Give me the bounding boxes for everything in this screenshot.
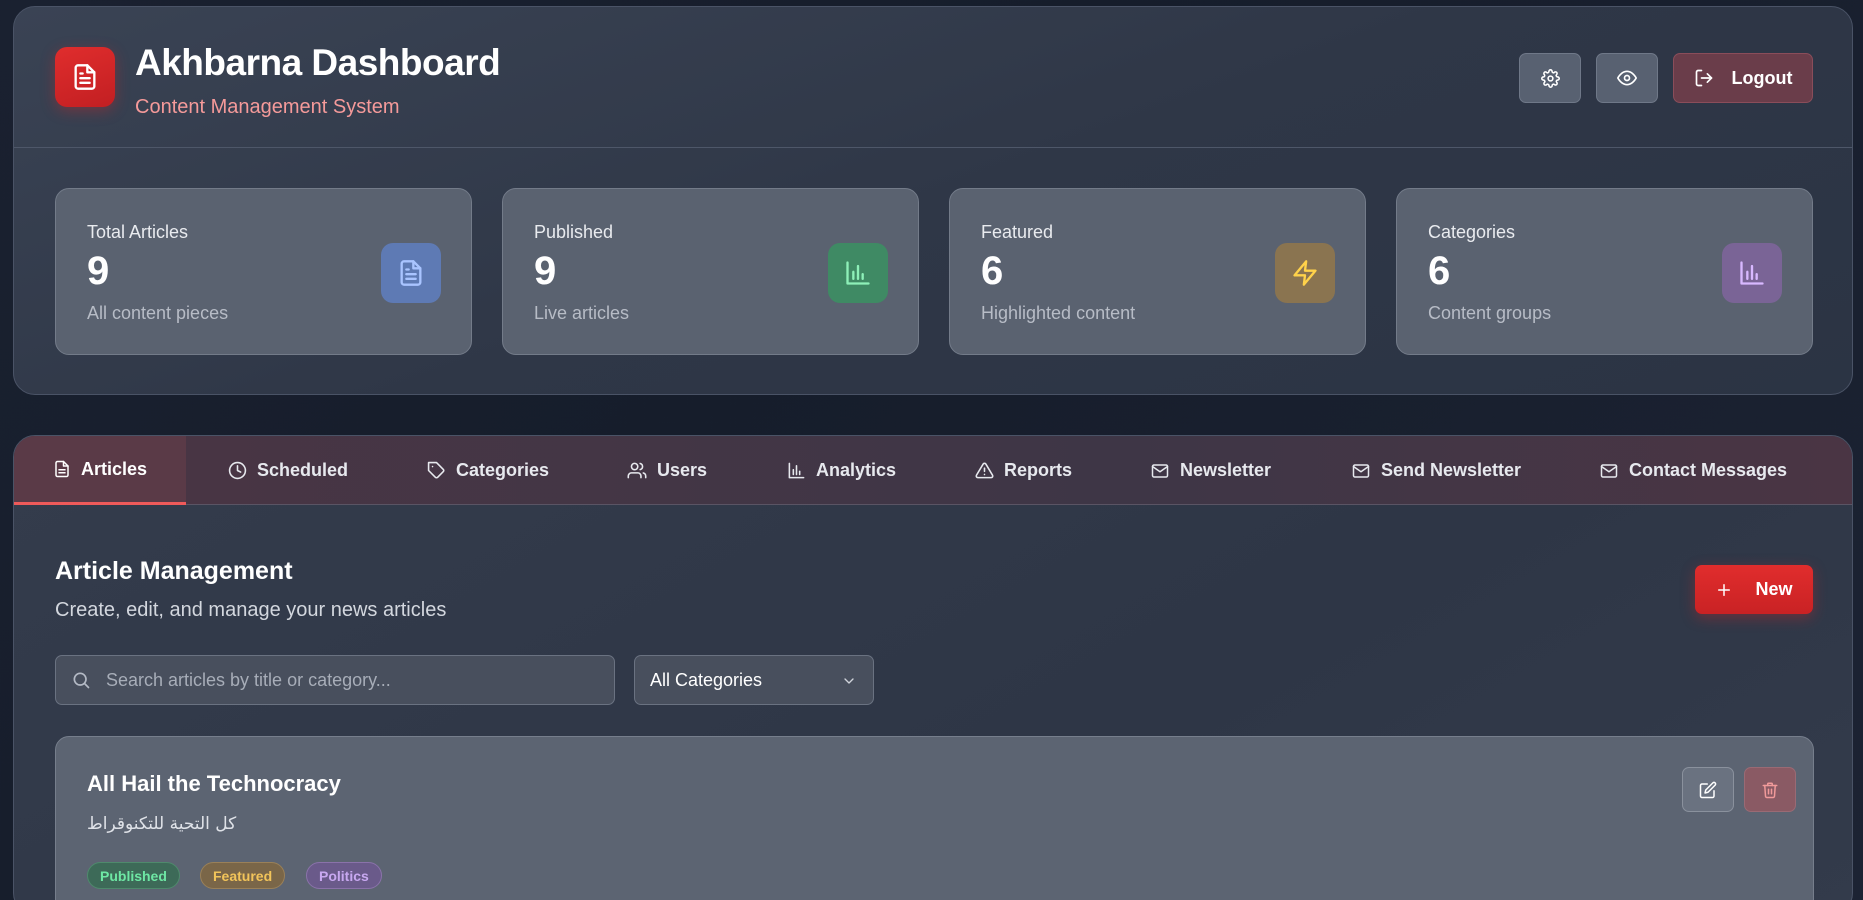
stat-card-published: Published 9 Live articles	[502, 188, 919, 355]
tab-newsletter[interactable]: Newsletter	[1150, 436, 1271, 505]
search-input[interactable]	[106, 656, 596, 704]
tab-label: Scheduled	[257, 460, 349, 480]
stat-desc: All content pieces	[87, 303, 229, 323]
tab-users[interactable]: Users	[627, 436, 707, 505]
tab-articles[interactable]: Articles	[14, 436, 187, 505]
app-title: Akhbarna Dashboard	[135, 42, 501, 83]
settings-button[interactable]	[1519, 53, 1581, 103]
clock-icon	[228, 461, 247, 480]
document-icon	[400, 260, 422, 286]
warning-icon	[975, 462, 994, 479]
tab-reports[interactable]: Reports	[975, 436, 1072, 505]
article-title-arabic: كل التحية للتكنوقراط	[87, 814, 237, 834]
logout-icon	[1695, 69, 1712, 87]
search-icon	[71, 670, 91, 695]
new-label: New	[1755, 579, 1793, 599]
app-subtitle: Content Management System	[135, 96, 400, 118]
document-icon	[74, 64, 96, 90]
mail-icon	[1600, 463, 1618, 478]
header-card: Akhbarna Dashboard Content Management Sy…	[13, 6, 1853, 395]
eye-icon	[1617, 70, 1637, 86]
article-card: All Hail the Technocracy كل التحية للتكن…	[55, 736, 1814, 900]
stat-card-categories: Categories 6 Content groups	[1396, 188, 1813, 355]
stat-desc: Live articles	[534, 303, 630, 323]
section-subtitle: Create, edit, and manage your news artic…	[55, 599, 447, 621]
stat-label: Featured	[981, 222, 1054, 242]
stat-value: 6	[981, 249, 1004, 293]
logout-button[interactable]: Logout	[1673, 53, 1813, 103]
tab-label: Reports	[1004, 460, 1073, 480]
delete-article-button[interactable]	[1744, 767, 1796, 812]
mail-icon	[1352, 463, 1370, 478]
stat-label: Published	[534, 222, 614, 242]
stat-label: Categories	[1428, 222, 1516, 242]
tab-label: Users	[657, 460, 708, 480]
tag-icon	[427, 461, 445, 479]
bar-chart-icon	[846, 261, 870, 285]
category-filter-select[interactable]: All Categories	[634, 655, 874, 705]
bar-chart-icon	[788, 462, 805, 479]
stat-desc: Content groups	[1428, 303, 1552, 323]
status-badge: Published	[87, 862, 180, 889]
new-article-button[interactable]: New	[1695, 565, 1813, 614]
lightning-icon	[1293, 260, 1317, 286]
plus-icon	[1718, 583, 1731, 596]
featured-badge: Featured	[200, 862, 286, 889]
gear-icon	[1540, 68, 1560, 88]
main-card: Articles Scheduled Categories Users Anal…	[13, 435, 1853, 900]
document-icon	[55, 460, 69, 478]
tab-label: Contact Messages	[1629, 460, 1788, 480]
preview-button[interactable]	[1596, 53, 1658, 103]
search-box	[55, 655, 615, 705]
tab-label: Analytics	[816, 460, 897, 480]
logout-label: Logout	[1731, 67, 1793, 88]
stat-value: 9	[87, 249, 110, 293]
tab-send-newsletter[interactable]: Send Newsletter	[1351, 436, 1521, 505]
tab-label: Articles	[81, 458, 148, 479]
tab-contact-messages[interactable]: Contact Messages	[1599, 436, 1787, 505]
tab-analytics[interactable]: Analytics	[787, 436, 896, 505]
tab-label: Newsletter	[1180, 460, 1272, 480]
article-title: All Hail the Technocracy	[87, 771, 341, 796]
stat-value: 6	[1428, 249, 1451, 293]
tab-label: Categories	[456, 460, 550, 480]
bar-chart-icon	[1740, 261, 1764, 285]
users-icon	[627, 462, 647, 479]
trash-icon	[1762, 782, 1778, 798]
stat-icon-box	[1722, 243, 1782, 303]
stat-card-total-articles: Total Articles 9 All content pieces	[55, 188, 472, 355]
section-title: Article Management	[55, 557, 293, 585]
mail-icon	[1151, 463, 1169, 478]
tab-categories[interactable]: Categories	[427, 436, 549, 505]
stat-icon-box	[828, 243, 888, 303]
stat-value: 9	[534, 249, 557, 293]
tab-label: Send Newsletter	[1381, 460, 1522, 480]
header-bar: Akhbarna Dashboard Content Management Sy…	[14, 7, 1852, 148]
stat-card-featured: Featured 6 Highlighted content	[949, 188, 1366, 355]
tab-bar: Articles Scheduled Categories Users Anal…	[14, 436, 1852, 505]
stat-label: Total Articles	[87, 222, 189, 242]
stat-icon-box	[1275, 243, 1335, 303]
category-badge: Politics	[306, 862, 382, 889]
edit-icon	[1699, 781, 1717, 798]
edit-article-button[interactable]	[1682, 767, 1734, 812]
chevron-down-icon	[841, 673, 857, 694]
category-filter-value: All Categories	[650, 669, 763, 690]
app-logo	[55, 47, 115, 107]
stat-desc: Highlighted content	[981, 303, 1136, 323]
stat-icon-box	[381, 243, 441, 303]
tab-scheduled[interactable]: Scheduled	[228, 436, 348, 505]
